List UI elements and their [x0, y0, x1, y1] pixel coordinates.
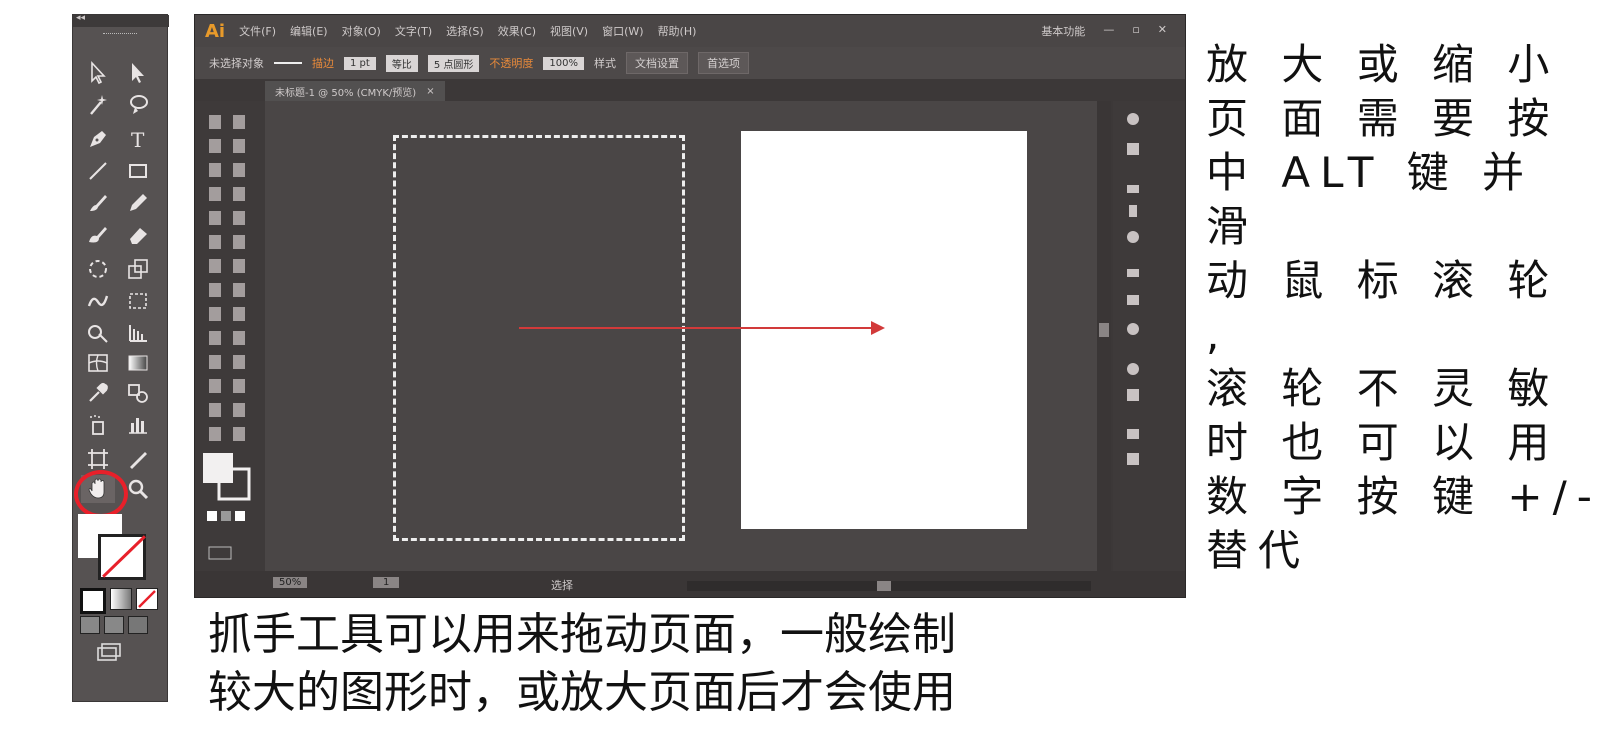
brush-icon[interactable]: [81, 189, 115, 217]
line-icon[interactable]: [81, 157, 115, 185]
artboard-icon[interactable]: [81, 445, 115, 473]
menu-help[interactable]: 帮助(H): [658, 23, 697, 39]
workspace-switcher[interactable]: 基本功能: [1041, 23, 1085, 39]
scale-icon[interactable]: [121, 255, 155, 283]
brush-field[interactable]: 5 点圆形: [427, 54, 480, 72]
menu-select[interactable]: 选择(S): [446, 23, 484, 39]
menu-type[interactable]: 文字(T): [395, 23, 432, 39]
draw-normal-button[interactable]: [80, 616, 100, 634]
draw-mode-buttons: [80, 616, 148, 634]
free-transform-icon[interactable]: [121, 287, 155, 315]
illustrator-window: Ai 文件(F) 编辑(E) 对象(O) 文字(T) 选择(S) 效果(C) 视…: [194, 14, 1186, 598]
fill-swatch[interactable]: [274, 62, 302, 64]
draw-inside-button[interactable]: [128, 616, 148, 634]
menu-file[interactable]: 文件(F): [239, 23, 276, 39]
close-button[interactable]: ✕: [1158, 23, 1167, 39]
vertical-scroll-thumb[interactable]: [1099, 323, 1109, 337]
none-button[interactable]: [136, 588, 158, 610]
rectangle-icon[interactable]: [121, 157, 155, 185]
control-bar: 未选择对象 描边 1 pt 等比 5 点圆形 不透明度 100% 样式 文档设置…: [195, 47, 1185, 79]
page-field[interactable]: 1: [373, 577, 400, 588]
hand-tool-highlight: [74, 470, 128, 518]
eyedropper-icon[interactable]: [81, 379, 115, 407]
warp-icon[interactable]: [81, 287, 115, 315]
stroke-weight-field[interactable]: 1 pt: [344, 56, 376, 70]
inner-tools-panel: [195, 101, 265, 571]
rotate-icon[interactable]: [81, 255, 115, 283]
document-tab[interactable]: 未标题-1 @ 50% (CMYK/预览) ×: [265, 81, 445, 101]
mesh-icon[interactable]: [81, 349, 115, 377]
menu-effect[interactable]: 效果(C): [498, 23, 536, 39]
blob-brush-icon[interactable]: [81, 221, 115, 249]
pencil-icon[interactable]: [121, 189, 155, 217]
menu-edit[interactable]: 编辑(E): [290, 23, 328, 39]
screen-mode-icon[interactable]: [96, 642, 122, 662]
minimize-button[interactable]: —: [1103, 23, 1114, 39]
right-panel-dock: [1113, 101, 1185, 571]
current-tool-status: 选择: [551, 579, 573, 592]
tab-close-icon[interactable]: ×: [426, 86, 434, 97]
gradient-button[interactable]: [110, 588, 132, 610]
stroke-color-swatch[interactable]: [98, 534, 146, 580]
menu-window[interactable]: 窗口(W): [602, 23, 643, 39]
canvas-area[interactable]: [265, 101, 1105, 571]
column-graph-icon[interactable]: [121, 411, 155, 439]
direct-select-icon[interactable]: [121, 59, 155, 87]
menu-bar: Ai 文件(F) 编辑(E) 对象(O) 文字(T) 选择(S) 效果(C) 视…: [195, 15, 1185, 47]
pen-icon[interactable]: [81, 125, 115, 153]
drag-arrow-head: [871, 321, 885, 335]
drag-arrow: [519, 327, 877, 329]
menu-view[interactable]: 视图(V): [550, 23, 588, 39]
status-bar: 50% 1 选择: [195, 571, 1185, 597]
lasso-icon[interactable]: [121, 91, 155, 119]
zoom-instruction-text: 放 大 或 缩 小 页 面 需 要 按 中 ALT 键 并 滑 动 鼠 标 滚 …: [1206, 40, 1602, 575]
style-label: 样式: [593, 57, 616, 70]
maximize-button[interactable]: ▫: [1132, 23, 1139, 39]
blend-icon[interactable]: [121, 379, 155, 407]
horizontal-scroll-thumb[interactable]: [877, 581, 891, 591]
type-icon[interactable]: T: [121, 125, 155, 153]
drag-origin-frame: [393, 135, 685, 541]
vertical-scrollbar[interactable]: [1097, 101, 1111, 571]
color-mode-buttons: [80, 588, 158, 614]
slice-icon[interactable]: [121, 445, 155, 473]
document-setup-button[interactable]: 文档设置: [625, 52, 688, 74]
stroke-label[interactable]: 描边: [312, 55, 334, 71]
gradient-icon[interactable]: [121, 349, 155, 377]
color-button[interactable]: [80, 588, 106, 614]
menu-object[interactable]: 对象(O): [342, 23, 381, 39]
eraser-icon[interactable]: [121, 221, 155, 249]
draw-behind-button[interactable]: [104, 616, 124, 634]
inner-tools-icons: [203, 115, 251, 560]
hand-tool-description: 抓手工具可以用来拖动页面，一般绘制 较大的图形时，或放大页面后才会使用: [208, 609, 956, 718]
panel-grip[interactable]: ◂◂: [73, 13, 169, 27]
svg-text:T: T: [131, 128, 145, 152]
select-arrow-icon[interactable]: [81, 59, 115, 87]
preferences-button[interactable]: 首选项: [697, 52, 749, 74]
horizontal-scrollbar[interactable]: [687, 581, 1091, 591]
line-style-field[interactable]: 等比: [385, 54, 418, 72]
magic-wand-icon[interactable]: [81, 91, 115, 119]
panel-dock-icons: [1127, 113, 1139, 465]
window-controls: 基本功能 — ▫ ✕: [1041, 23, 1167, 39]
opacity-label[interactable]: 不透明度: [489, 55, 533, 71]
selection-status: 未选择对象: [209, 57, 264, 70]
zoom-field[interactable]: 50%: [273, 577, 308, 588]
app-logo: Ai: [205, 20, 226, 42]
symbol-sprayer-icon[interactable]: [81, 411, 115, 439]
collapse-icon[interactable]: ◂◂: [76, 13, 85, 23]
opacity-field[interactable]: 100%: [543, 56, 584, 70]
document-tab-title: 未标题-1 @ 50% (CMYK/预览): [275, 87, 417, 99]
shape-builder-icon[interactable]: [81, 319, 115, 347]
perspective-grid-icon[interactable]: [121, 319, 155, 347]
panel-drag-handle[interactable]: [103, 33, 137, 36]
